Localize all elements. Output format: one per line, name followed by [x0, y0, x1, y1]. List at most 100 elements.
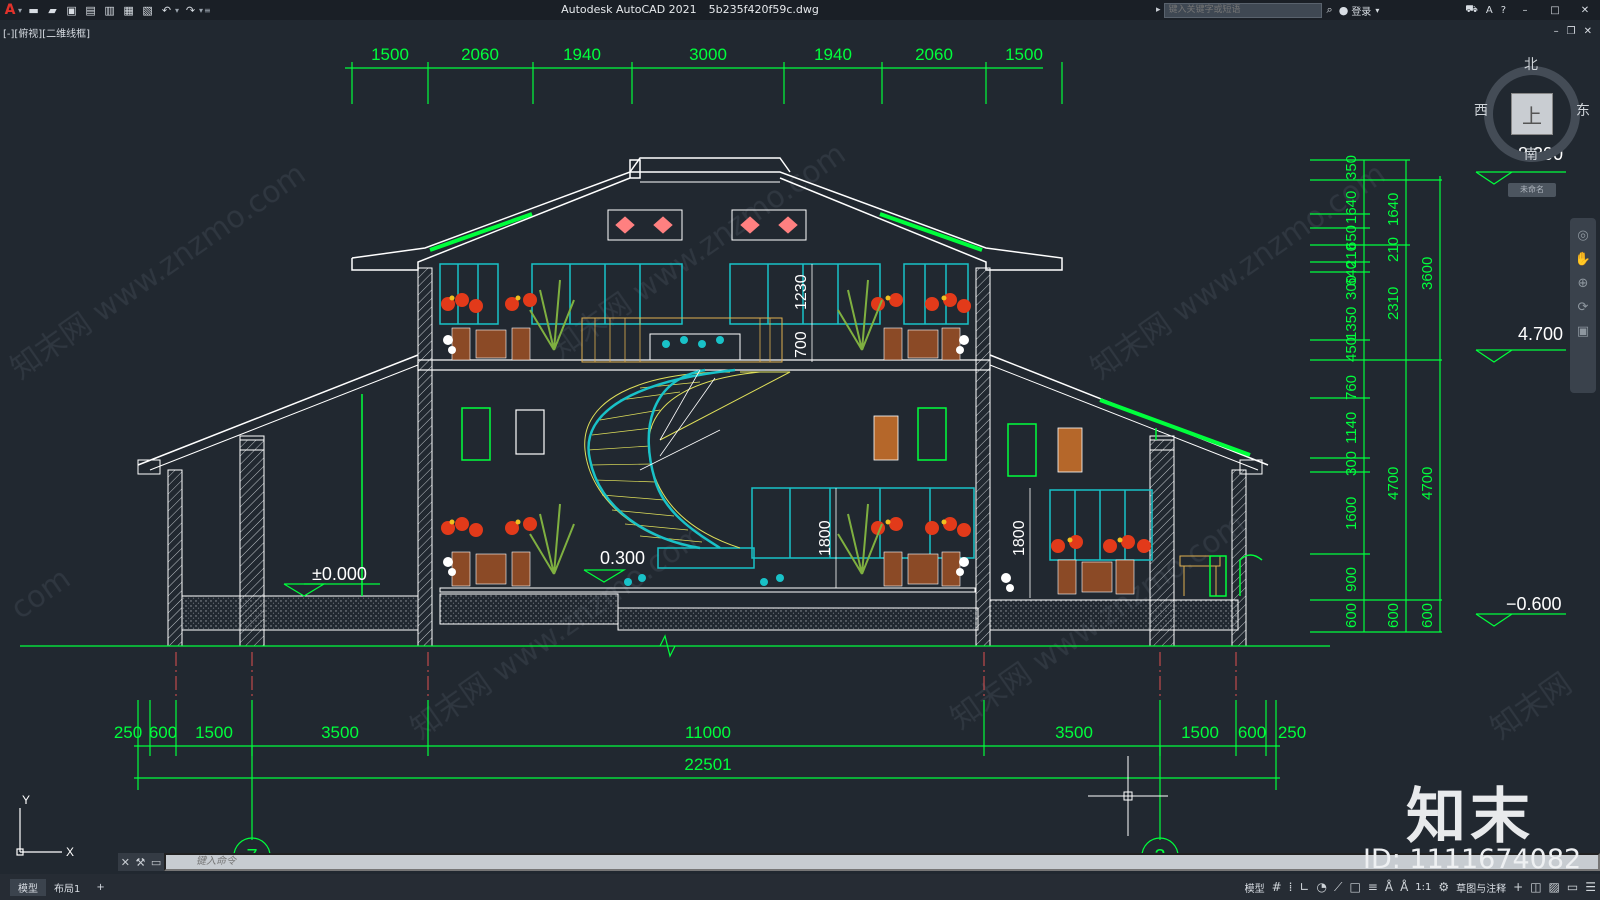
orbit-icon[interactable]: ⟳ [1578, 300, 1589, 315]
save-as-icon[interactable]: ▤ [83, 3, 98, 17]
viewport-controls[interactable]: [-][俯视][二维线框] [3, 25, 90, 40]
maximize-button[interactable]: □ [1544, 5, 1566, 16]
open-folder-icon[interactable]: ▰ [45, 3, 60, 17]
svg-text:com: com [5, 561, 78, 626]
workspace-button[interactable]: 草图与注释 [1456, 880, 1506, 895]
auto-scale-icon[interactable]: Å [1400, 880, 1408, 894]
drawing-canvas[interactable]: 知末网 www.znzmo.com 知末网 www.znzmo.com 知末网 … [0, 20, 1600, 856]
bottom-dim-1: 250 [114, 723, 142, 742]
level-label-ground: ±0.000 [312, 564, 367, 584]
object-snap-icon[interactable]: □ [1349, 880, 1360, 894]
view-cube[interactable]: 上 北 西 东 南 [1474, 57, 1590, 170]
right-dim-inner-6: 300 [1343, 275, 1360, 300]
compass-east[interactable]: 东 [1576, 100, 1590, 120]
web-save-icon[interactable]: ▦ [121, 3, 136, 17]
clean-screen-icon[interactable]: ▭ [1567, 880, 1578, 894]
isodraft-icon[interactable]: ⟋ [1334, 880, 1342, 895]
add-layout-button[interactable]: + [88, 879, 112, 896]
lineweight-icon[interactable]: ≡ [1368, 880, 1378, 894]
compass-south[interactable]: 南 [1524, 144, 1538, 164]
compass-north[interactable]: 北 [1524, 54, 1538, 74]
level-label-lower: 0.300 [600, 548, 645, 568]
top-dim-2: 2060 [461, 45, 499, 64]
hardware-acceleration-icon[interactable]: ▨ [1549, 880, 1560, 894]
recent-commands-icon[interactable]: ▭ [151, 856, 161, 869]
axis-center-lines [175, 652, 1237, 700]
add-icon[interactable]: + [1513, 880, 1523, 894]
isolate-objects-icon[interactable]: ◫ [1530, 880, 1541, 894]
search-expand-icon[interactable]: ▸ [1156, 5, 1161, 15]
annotation-visibility-icon[interactable]: Å [1385, 880, 1393, 894]
ucs-menu-button[interactable]: 未命名 [1508, 183, 1556, 197]
bottom-dim-2: 600 [149, 723, 177, 742]
redo-dropdown-icon[interactable]: ▾ [199, 6, 203, 15]
tab-layout1[interactable]: 布局1 [46, 879, 88, 896]
right-dim-inner-11: 300 [1343, 451, 1360, 476]
tab-model[interactable]: 模型 [10, 878, 46, 896]
redo-icon[interactable]: ↷ [183, 3, 198, 17]
customization-menu-icon[interactable]: ☰ [1585, 880, 1596, 894]
right-dim-outer-3: 600 [1419, 603, 1436, 628]
title-right-tools: ⛟ A ? – □ ✕ [1461, 2, 1600, 18]
help-icon[interactable]: ? [1501, 5, 1506, 16]
viewport-restore-icon[interactable]: ❐ [1567, 26, 1576, 37]
crosshair-cursor [1088, 756, 1168, 836]
grid-icon[interactable]: # [1272, 880, 1282, 894]
autocad-window: A ▾ ▬ ▰ ▣ ▤ ▥ ▦ ▧ ↶ ▾ ↷ ▾ ≡ Autodesk Aut… [0, 0, 1600, 900]
search-input[interactable] [1163, 2, 1322, 18]
polar-icon[interactable]: ◔ [1317, 880, 1327, 894]
login-button[interactable]: 登录 [1351, 3, 1371, 18]
bottom-dim-8: 600 [1238, 723, 1266, 742]
user-icon[interactable]: ● [1339, 4, 1349, 17]
svg-text:知末网: 知末网 [1485, 666, 1579, 746]
file-title: 5b235f420f59c.dwg [708, 3, 819, 16]
new-file-icon[interactable]: ▬ [26, 3, 41, 17]
snap-icon[interactable]: ⁞ [1289, 880, 1293, 894]
top-dim-7: 1500 [1005, 45, 1043, 64]
interior-vertical-dims: 1230 700 1800 1800 [793, 274, 1028, 556]
print-icon[interactable]: ▧ [140, 3, 155, 17]
top-dim-5: 1940 [814, 45, 852, 64]
brand-logo: 知末 [1406, 782, 1534, 852]
undo-icon[interactable]: ↶ [159, 3, 174, 17]
right-dim-inner-14: 600 [1343, 603, 1360, 628]
login-dropdown-icon[interactable]: ▾ [1375, 6, 1379, 15]
cart-icon[interactable]: ⛟ [1465, 4, 1478, 17]
search-icon[interactable]: ⌕ [1327, 3, 1333, 17]
web-open-icon[interactable]: ▥ [102, 3, 117, 17]
model-space-button[interactable]: 模型 [1245, 880, 1265, 895]
autodesk-a360-icon[interactable]: A [1486, 5, 1493, 16]
viewport-minimize-icon[interactable]: – [1554, 26, 1559, 37]
right-dim-outer-2: 4700 [1419, 467, 1436, 500]
level-label-upper: 4.700 [1518, 324, 1563, 344]
viewport-close-icon[interactable]: ✕ [1584, 26, 1592, 37]
stair-treads [587, 381, 703, 543]
customize-toolbar-icon[interactable]: ≡ [204, 6, 211, 15]
right-dim-inner-10: 1140 [1343, 412, 1360, 444]
cube-top-face[interactable]: 上 [1511, 93, 1553, 135]
customize-command-icon[interactable]: ⚒ [135, 856, 145, 869]
zoom-extents-icon[interactable]: ⊕ [1578, 276, 1589, 291]
close-command-icon[interactable]: ✕ [121, 856, 130, 869]
interior-dim-1230: 1230 [793, 274, 810, 310]
viewport-window-controls: – ❐ ✕ [1554, 26, 1592, 37]
status-tools: 模型 # ⁞ ∟ ◔ ⟋ □ ≡ Å Å 1:1 ⚙ 草图与注释 + ◫ ▨ ▭… [1245, 878, 1596, 896]
right-dim-labels-mid: 1640 210 2310 4700 600 [1385, 193, 1402, 628]
autocad-logo-icon[interactable]: A [3, 2, 17, 18]
minimize-button[interactable]: – [1514, 5, 1536, 16]
svg-text:知末网 www.znzmo.com: 知末网 www.znzmo.com [405, 517, 713, 747]
undo-dropdown-icon[interactable]: ▾ [175, 6, 179, 15]
save-icon[interactable]: ▣ [64, 3, 79, 17]
steering-wheel-icon[interactable]: ◎ [1577, 228, 1588, 243]
app-menu-arrow-icon[interactable]: ▾ [18, 6, 22, 15]
ortho-icon[interactable]: ∟ [1299, 880, 1309, 894]
bottom-dim-total: 22501 [684, 755, 731, 774]
right-dim-mid-4: 4700 [1385, 467, 1402, 500]
showmotion-icon[interactable]: ▣ [1577, 324, 1589, 339]
annotation-scale-button[interactable]: 1:1 [1415, 882, 1431, 893]
workspace-gear-icon[interactable]: ⚙ [1438, 880, 1449, 894]
right-dim-mid-5: 600 [1385, 603, 1402, 628]
pan-icon[interactable]: ✋ [1575, 252, 1591, 267]
compass-west[interactable]: 西 [1474, 100, 1488, 120]
close-button[interactable]: ✕ [1574, 5, 1596, 16]
